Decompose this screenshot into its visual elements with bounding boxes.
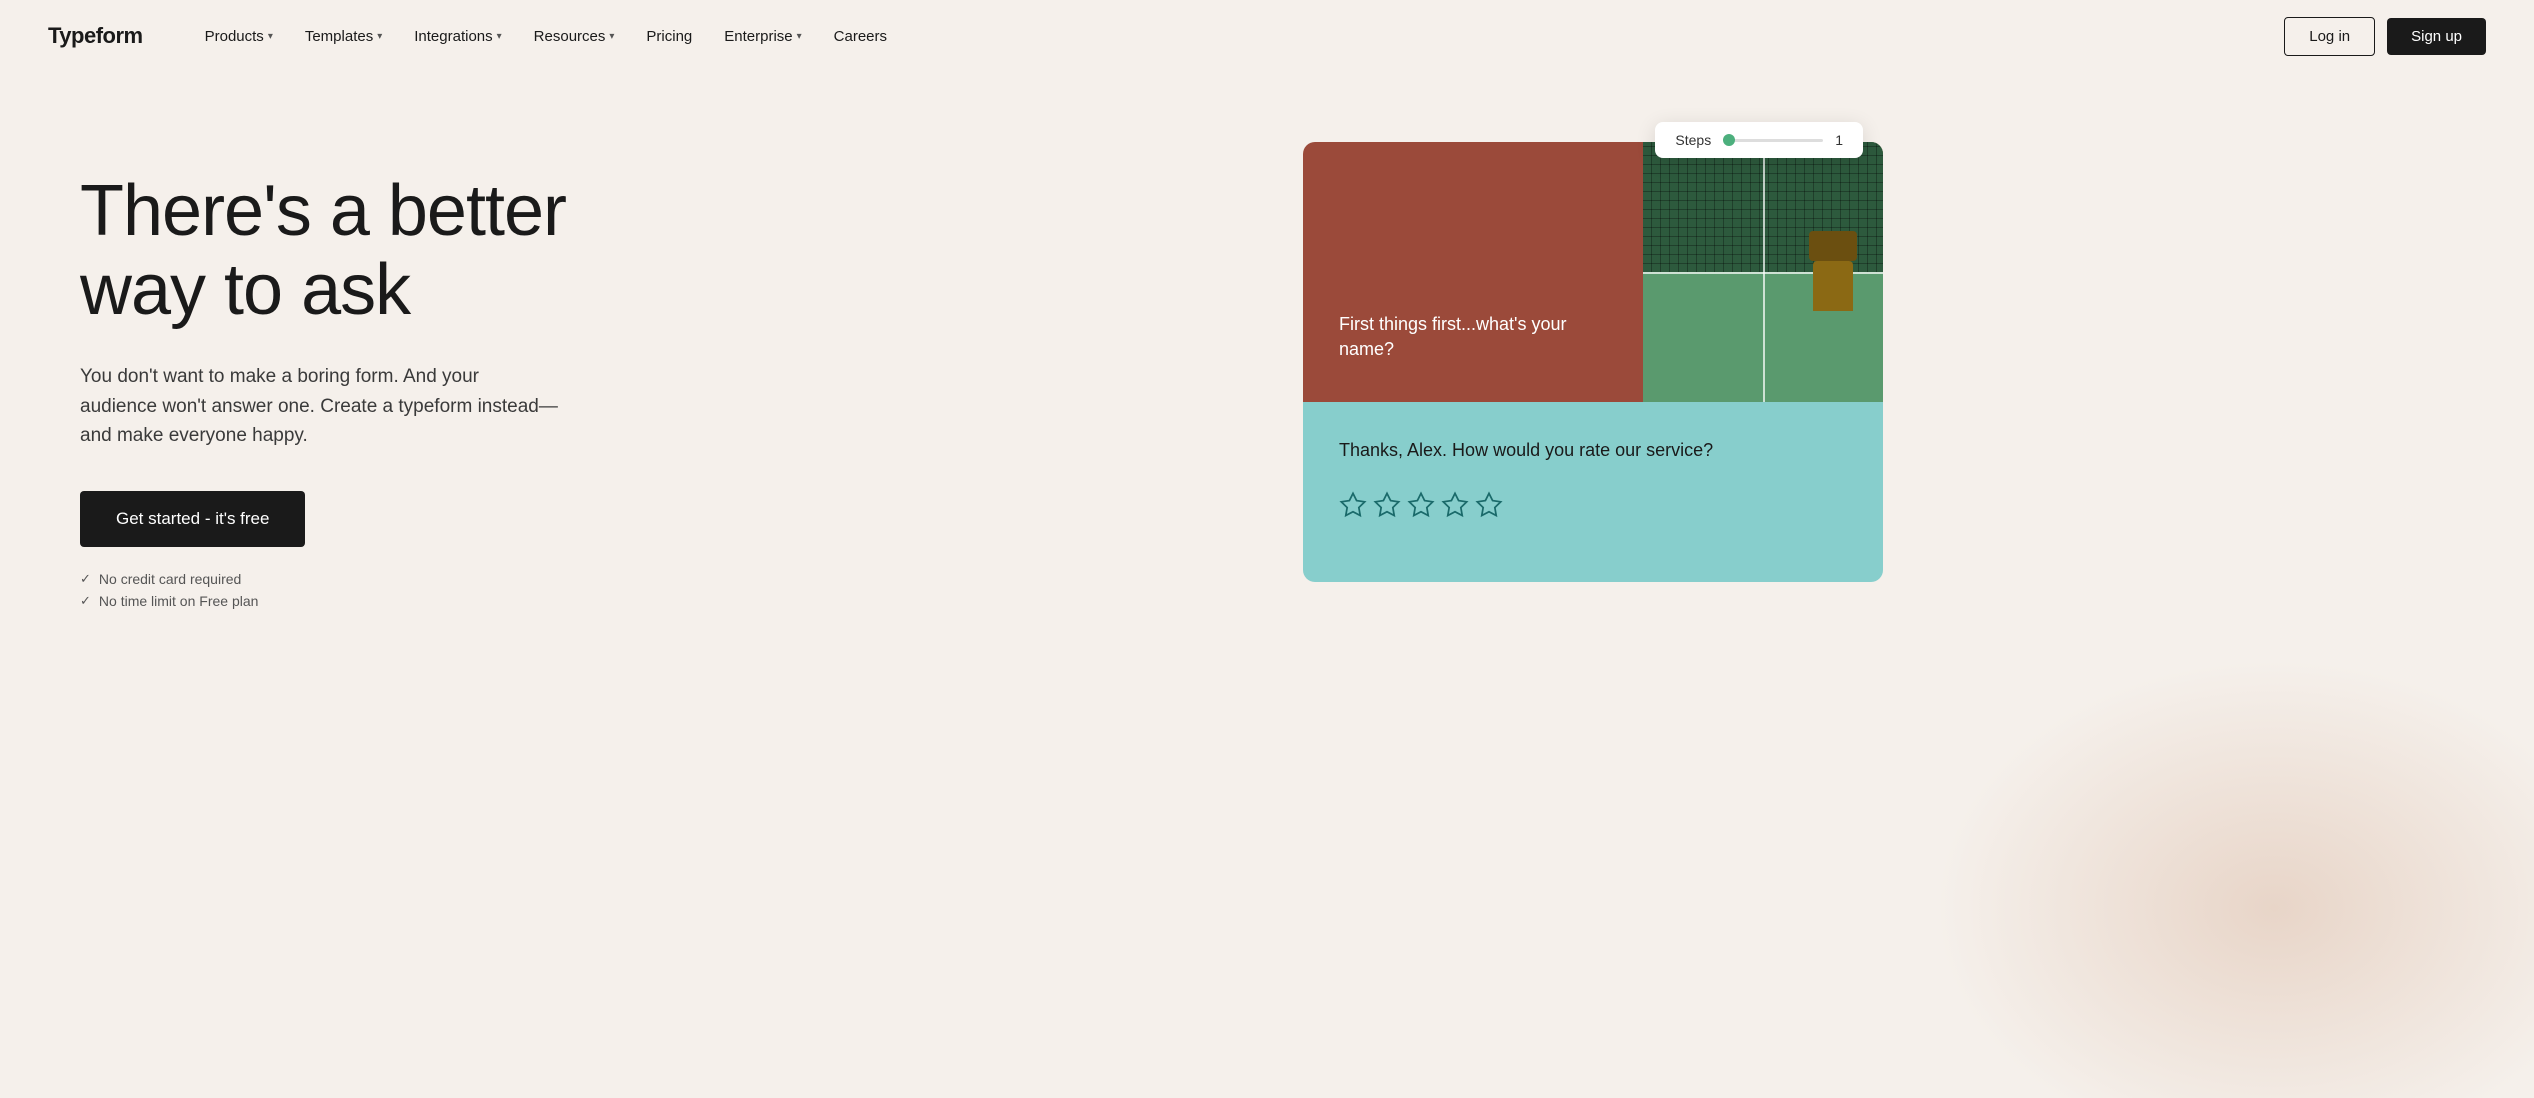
checkmark-icon: ✓ <box>80 571 91 587</box>
nav-actions: Log in Sign up <box>2284 17 2486 56</box>
nav-item-careers[interactable]: Careers <box>820 20 901 53</box>
login-button[interactable]: Log in <box>2284 17 2375 56</box>
check-item-2: ✓ No time limit on Free plan <box>80 593 660 609</box>
form-bottom-question: Thanks, Alex. How would you rate our ser… <box>1339 438 1847 463</box>
steps-pill: Steps 1 <box>1655 122 1863 158</box>
cta-button[interactable]: Get started - it's free <box>80 491 305 547</box>
steps-track <box>1723 139 1823 142</box>
nav-item-resources[interactable]: Resources ▾ <box>520 20 629 53</box>
hero-left: There's a better way to ask You don't wa… <box>80 132 660 609</box>
form-card-top: First things first...what's your name? <box>1303 142 1883 402</box>
steps-number: 1 <box>1835 132 1843 148</box>
checkmark-icon: ✓ <box>80 593 91 609</box>
nav-integrations-label: Integrations <box>414 28 492 45</box>
chevron-down-icon: ▾ <box>609 31 614 42</box>
nav-pricing-label: Pricing <box>646 28 692 45</box>
nav-resources-label: Resources <box>534 28 606 45</box>
nav-item-pricing[interactable]: Pricing <box>632 20 706 53</box>
star-3[interactable] <box>1407 491 1435 519</box>
tennis-court-graphic <box>1643 142 1883 402</box>
nav-item-integrations[interactable]: Integrations ▾ <box>400 20 515 53</box>
signup-button[interactable]: Sign up <box>2387 18 2486 55</box>
star-rating <box>1339 491 1847 519</box>
nav-item-enterprise[interactable]: Enterprise ▾ <box>710 20 815 53</box>
hero-headline: There's a better way to ask <box>80 172 660 330</box>
star-5[interactable] <box>1475 491 1503 519</box>
form-card-image <box>1643 142 1883 402</box>
nav-products-label: Products <box>205 28 264 45</box>
star-2[interactable] <box>1373 491 1401 519</box>
brand-logo[interactable]: Typeform <box>48 23 143 49</box>
hero-section: There's a better way to ask You don't wa… <box>0 72 2534 1098</box>
court-line <box>1763 142 1765 402</box>
form-preview: Steps 1 First things first...what's your… <box>1303 142 1883 582</box>
chevron-down-icon: ▾ <box>797 31 802 42</box>
star-1[interactable] <box>1339 491 1367 519</box>
chair-graphic <box>1803 231 1863 311</box>
nav-careers-label: Careers <box>834 28 887 45</box>
nav-links: Products ▾ Templates ▾ Integrations ▾ Re… <box>191 20 2285 53</box>
check-item-1: ✓ No credit card required <box>80 571 660 587</box>
hero-checks: ✓ No credit card required ✓ No time limi… <box>80 571 660 609</box>
nav-item-templates[interactable]: Templates ▾ <box>291 20 396 53</box>
form-top-question: First things first...what's your name? <box>1339 312 1607 362</box>
check-label-1: No credit card required <box>99 571 241 587</box>
chevron-down-icon: ▾ <box>377 31 382 42</box>
form-card-bottom: Thanks, Alex. How would you rate our ser… <box>1303 402 1883 582</box>
check-label-2: No time limit on Free plan <box>99 593 259 609</box>
nav-enterprise-label: Enterprise <box>724 28 792 45</box>
chevron-down-icon: ▾ <box>497 31 502 42</box>
navbar: Typeform Products ▾ Templates ▾ Integrat… <box>0 0 2534 72</box>
star-4[interactable] <box>1441 491 1469 519</box>
steps-label: Steps <box>1675 132 1711 148</box>
nav-item-products[interactable]: Products ▾ <box>191 20 287 53</box>
nav-templates-label: Templates <box>305 28 373 45</box>
chevron-down-icon: ▾ <box>268 31 273 42</box>
hero-subtext: You don't want to make a boring form. An… <box>80 362 560 450</box>
hero-right: Steps 1 First things first...what's your… <box>660 132 2486 582</box>
steps-dot <box>1723 134 1735 146</box>
form-card-top-text: First things first...what's your name? <box>1303 142 1643 402</box>
